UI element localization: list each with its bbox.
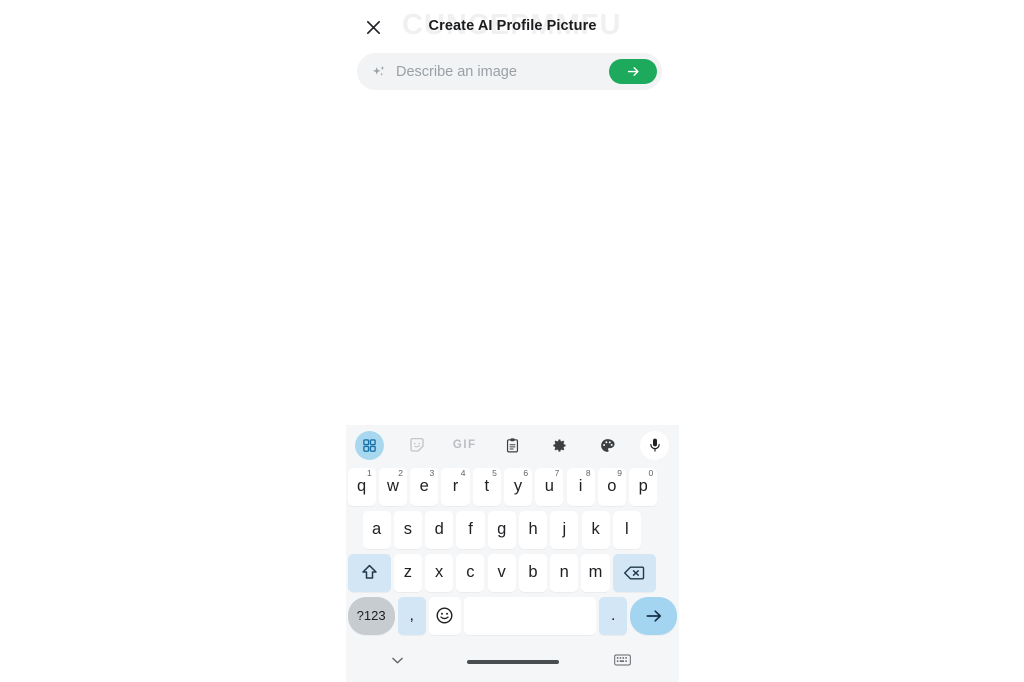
key-w[interactable]: 2 w bbox=[378, 467, 407, 506]
key-label: u bbox=[544, 477, 554, 495]
key-p[interactable]: 0 p bbox=[629, 467, 658, 506]
key-f[interactable]: f bbox=[456, 510, 485, 549]
phone-viewport: CUNCEPMMFU Create AI Profile Picture Des… bbox=[346, 0, 679, 682]
backspace-key[interactable] bbox=[612, 553, 656, 592]
key-r[interactable]: 4 r bbox=[441, 467, 470, 506]
enter-arrow-icon bbox=[646, 609, 661, 622]
page-title: Create AI Profile Picture bbox=[428, 18, 597, 34]
key-e[interactable]: 3 e bbox=[410, 467, 439, 506]
palette-icon bbox=[593, 431, 622, 460]
key-superscript: 9 bbox=[617, 467, 622, 478]
toolbar-theme-palette-button[interactable] bbox=[584, 425, 632, 465]
chevron-down-icon bbox=[391, 657, 403, 663]
key-x[interactable]: x bbox=[425, 553, 454, 592]
key-d[interactable]: d bbox=[425, 510, 454, 549]
key-superscript: 1 bbox=[366, 467, 372, 478]
key-superscript: 3 bbox=[429, 467, 435, 478]
key-l[interactable]: l bbox=[612, 510, 641, 549]
key-q[interactable]: 1 q bbox=[347, 467, 376, 506]
key-label: w bbox=[386, 477, 399, 495]
key-h[interactable]: h bbox=[519, 510, 548, 549]
key-label: y bbox=[513, 477, 523, 495]
key-c[interactable]: c bbox=[456, 553, 485, 592]
key-label: r bbox=[452, 477, 459, 495]
emoji-smiley-icon bbox=[436, 607, 453, 624]
arrow-right-icon bbox=[627, 67, 639, 76]
system-navigation-bar bbox=[346, 637, 679, 682]
toolbar-settings-button[interactable] bbox=[536, 425, 584, 465]
keyboard-row-1: 1 q 2 w 3 e 4 r 5 t 6 y 7 u 8 i 9 o 0 p bbox=[346, 465, 679, 508]
key-label: o bbox=[607, 477, 617, 495]
key-a[interactable]: a bbox=[362, 510, 391, 549]
shift-up-arrow-icon bbox=[361, 564, 377, 579]
key-g[interactable]: g bbox=[487, 510, 516, 549]
symbols-key[interactable]: ?123 bbox=[347, 596, 395, 635]
key-superscript: 0 bbox=[648, 467, 654, 478]
key-m[interactable]: m bbox=[581, 553, 610, 592]
keyboard-toolbar: GIF bbox=[346, 425, 679, 465]
app-header: CUNCEPMMFU Create AI Profile Picture bbox=[346, 0, 679, 52]
key-label: p bbox=[638, 477, 648, 495]
period-key[interactable]: . bbox=[599, 596, 628, 635]
key-superscript: 7 bbox=[554, 467, 560, 478]
microphone-icon bbox=[640, 430, 670, 460]
keyboard-switcher-icon bbox=[613, 654, 631, 666]
key-superscript: 4 bbox=[460, 467, 466, 478]
toolbar-sticker-button[interactable] bbox=[394, 425, 442, 465]
image-result-canvas bbox=[346, 100, 679, 425]
toolbar-gif-button[interactable]: GIF bbox=[441, 425, 489, 465]
key-i[interactable]: 8 i bbox=[566, 467, 595, 506]
keyboard-row-2: a s d f g h j k l bbox=[346, 508, 709, 551]
send-prompt-button[interactable] bbox=[609, 59, 657, 84]
key-label: e bbox=[419, 477, 429, 495]
toolbar-apps-grid-button[interactable] bbox=[346, 425, 394, 465]
sticker-icon bbox=[403, 431, 432, 460]
home-gesture-bar[interactable] bbox=[467, 660, 559, 664]
backspace-icon bbox=[624, 565, 645, 580]
gif-icon: GIF bbox=[452, 439, 477, 451]
apps-grid-icon bbox=[355, 430, 385, 460]
key-superscript: 8 bbox=[585, 467, 591, 478]
emoji-key[interactable] bbox=[428, 596, 461, 635]
key-t[interactable]: 5 t bbox=[472, 467, 501, 506]
key-n[interactable]: n bbox=[550, 553, 579, 592]
key-label: i bbox=[578, 477, 583, 495]
toolbar-voice-input-button[interactable] bbox=[631, 425, 679, 465]
key-v[interactable]: v bbox=[487, 553, 516, 592]
comma-key[interactable]: , bbox=[397, 596, 426, 635]
key-superscript: 5 bbox=[492, 467, 497, 478]
keyboard-row-4: ?123 , . bbox=[346, 594, 679, 637]
key-b[interactable]: b bbox=[518, 553, 547, 592]
key-s[interactable]: s bbox=[393, 510, 422, 549]
gear-icon bbox=[545, 431, 574, 460]
key-j[interactable]: j bbox=[550, 510, 579, 549]
key-u[interactable]: 7 u bbox=[535, 467, 564, 506]
key-o[interactable]: 9 o bbox=[597, 467, 626, 506]
toolbar-clipboard-button[interactable] bbox=[489, 425, 537, 465]
shift-key[interactable] bbox=[347, 553, 391, 592]
key-label: t bbox=[484, 477, 490, 495]
hide-keyboard-button[interactable] bbox=[384, 647, 410, 673]
key-y[interactable]: 6 y bbox=[504, 467, 533, 506]
key-superscript: 6 bbox=[523, 467, 529, 478]
key-label: q bbox=[357, 477, 367, 495]
keyboard-row-3: z x c v b n m bbox=[346, 551, 679, 594]
key-z[interactable]: z bbox=[393, 553, 422, 592]
describe-image-input[interactable] bbox=[392, 53, 609, 90]
key-superscript: 2 bbox=[398, 467, 403, 478]
onscreen-keyboard: GIF 1 q 2 w 3 e 4 r 5 t 6 y 7 u 8 i 9 o … bbox=[346, 425, 679, 682]
clipboard-icon bbox=[498, 431, 527, 460]
keyboard-switcher-button[interactable] bbox=[610, 648, 634, 672]
sparkle-icon bbox=[366, 59, 392, 85]
prompt-input-bar[interactable] bbox=[357, 53, 662, 90]
space-key[interactable] bbox=[464, 596, 597, 635]
key-k[interactable]: k bbox=[581, 510, 610, 549]
enter-key[interactable] bbox=[630, 596, 678, 635]
